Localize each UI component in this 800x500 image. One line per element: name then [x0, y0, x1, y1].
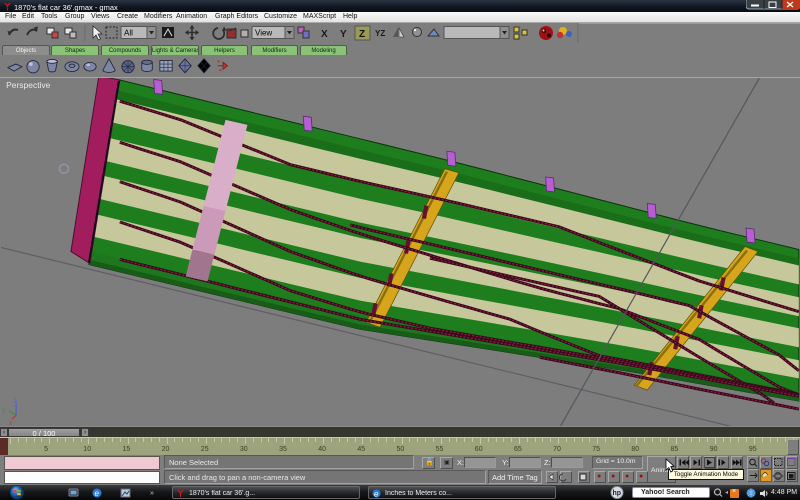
svg-text:View: View	[255, 29, 272, 38]
svg-text:All: All	[124, 29, 133, 38]
svg-text:Z: Z	[359, 29, 365, 40]
svg-text:Y: Y	[340, 29, 347, 40]
svg-text:hp: hp	[613, 490, 622, 497]
svg-text:YZ: YZ	[375, 29, 385, 38]
svg-text:e: e	[95, 489, 100, 498]
svg-text:X: X	[321, 29, 328, 40]
svg-text:z: z	[14, 398, 17, 405]
svg-text:e: e	[374, 490, 379, 499]
svg-text:Perspective: Perspective	[6, 80, 51, 90]
svg-text:»: »	[150, 490, 154, 497]
